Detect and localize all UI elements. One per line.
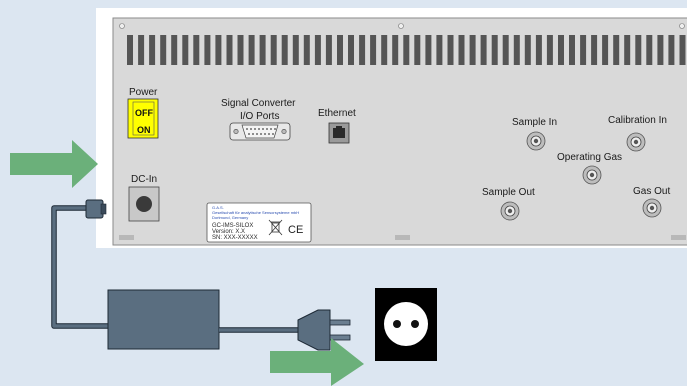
vent-slot (270, 35, 277, 65)
sample-out-label: Sample Out (482, 187, 535, 198)
vent-slot (546, 35, 553, 65)
dc-in-socket (128, 186, 160, 222)
calibration-in-port (626, 132, 646, 152)
vent-slot (580, 35, 587, 65)
vent-slot (337, 35, 343, 65)
device-rear-panel-diagram: Power OFF ON Signal Converter I/O Ports … (10, 8, 687, 386)
vent-slot (193, 35, 200, 65)
operating-gas-port (582, 165, 602, 185)
power-adapter (107, 289, 220, 350)
vent-slot (480, 35, 487, 65)
signal-converter-label: Signal Converter (221, 98, 296, 109)
sample-in-label: Sample In (512, 117, 557, 128)
vent-slot (436, 35, 443, 65)
vent-slot (591, 35, 598, 65)
ethernet-port-icon (328, 122, 350, 144)
screw-icon (398, 23, 404, 29)
sample-out-port (500, 201, 520, 221)
nameplate-company-line2: Dortmund, Germany (212, 215, 248, 220)
switch-off-label: OFF (135, 108, 153, 118)
vent-slot (348, 35, 354, 65)
vent-slot (359, 35, 366, 65)
vent-slot (491, 35, 498, 65)
vent-slot (226, 35, 233, 65)
vent-slot (602, 35, 609, 65)
wall-socket-icon (375, 288, 437, 361)
serial-port-icon (229, 122, 291, 141)
sample-in-port (526, 131, 546, 151)
vent-slot (469, 35, 476, 65)
panel-foot (671, 235, 686, 240)
vent-slot (248, 35, 255, 65)
nameplate: G.A.S. Gesellschaft für analytische Sens… (206, 202, 312, 243)
vent-slot (370, 35, 377, 65)
ce-mark: CE (288, 224, 303, 236)
vent-slot (403, 35, 410, 65)
vent-slot (149, 35, 156, 65)
vent-slot (127, 35, 133, 65)
vent-slot (558, 35, 564, 65)
vent-slot (447, 35, 454, 65)
vent-slot (237, 35, 244, 65)
vent-slot (303, 35, 310, 65)
vent-slot (392, 35, 399, 65)
vent-slot (646, 35, 653, 65)
vent-slot (613, 35, 620, 65)
vent-slot (259, 35, 266, 65)
power-label: Power (129, 87, 158, 98)
vent-slot (171, 35, 178, 65)
vent-slot (624, 35, 631, 65)
gas-out-label: Gas Out (633, 186, 670, 197)
dc-plug-icon (85, 199, 107, 219)
calibration-in-label: Calibration In (608, 115, 667, 126)
vent-slot (138, 35, 145, 65)
vent-slot (524, 35, 531, 65)
io-ports-label: I/O Ports (240, 111, 279, 122)
vent-slot (160, 35, 167, 65)
screw-icon (679, 23, 685, 29)
vent-slot (281, 35, 288, 65)
vent-slot (381, 35, 388, 65)
operating-gas-label: Operating Gas (557, 152, 622, 163)
switch-on-label: ON (137, 125, 151, 135)
mains-plug-icon (297, 309, 351, 351)
vent-slot (215, 35, 222, 65)
vent-slot (569, 35, 575, 65)
screw-icon (119, 23, 125, 29)
vent-slot (635, 35, 642, 65)
vent-slot (458, 35, 465, 65)
gas-out-port (642, 198, 662, 218)
ethernet-label: Ethernet (318, 108, 356, 119)
arrow-right-icon (10, 140, 98, 188)
vent-slot (668, 35, 675, 65)
panel-foot (119, 235, 134, 240)
vent-slot (414, 35, 421, 65)
dc-in-label: DC-In (131, 174, 157, 185)
vent-slot (502, 35, 509, 65)
vent-slot (314, 35, 321, 65)
vent-slot (679, 35, 686, 65)
vent-slot (204, 35, 211, 65)
vent-slot (425, 35, 432, 65)
panel-foot (395, 235, 410, 240)
nameplate-serial: SN: XXX-XXXXX (212, 235, 258, 241)
vent-slot (182, 35, 189, 65)
vent-slot (535, 35, 542, 65)
vent-slot (513, 35, 520, 65)
vent-slot (657, 35, 664, 65)
vent-slot (325, 35, 332, 65)
vent-slot (292, 35, 299, 65)
